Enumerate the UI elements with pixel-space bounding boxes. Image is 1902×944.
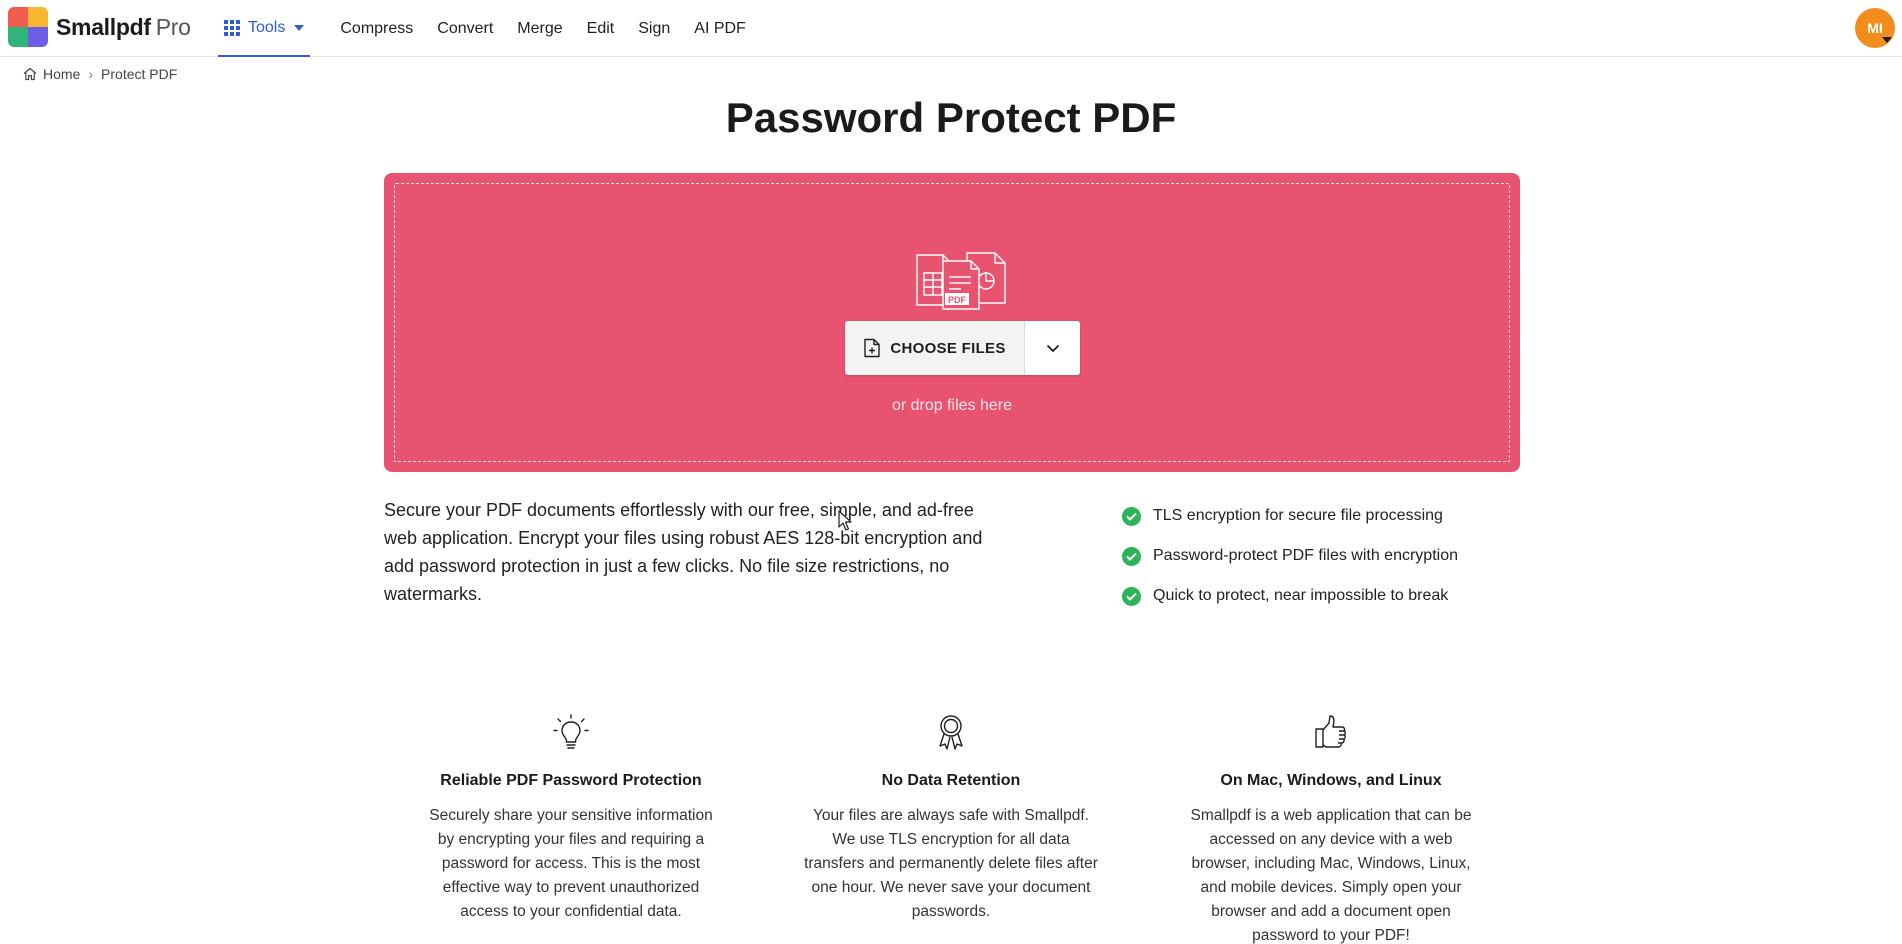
brand-name: Smallpdf	[56, 13, 151, 40]
breadcrumb-home-link[interactable]: Home	[43, 66, 80, 82]
illustration-pdf-label: PDF	[948, 295, 967, 305]
award-ribbon-icon	[939, 715, 963, 750]
drop-hint-text: or drop files here	[891, 397, 1013, 414]
nav-sign[interactable]: Sign	[638, 20, 670, 38]
feature-list: TLS encryption for secure file processin…	[1122, 496, 1458, 616]
card-icon-wrap	[1181, 710, 1481, 754]
card-title: On Mac, Windows, and Linux	[1220, 772, 1442, 789]
check-circle-icon	[1122, 546, 1141, 566]
feature-text: TLS encryption for secure file processin…	[1153, 507, 1443, 524]
lightbulb-icon	[553, 714, 589, 749]
check-circle-icon	[1122, 506, 1141, 526]
choose-files-label: CHOOSE FILES	[890, 339, 1006, 357]
chevron-down-icon	[1046, 344, 1059, 352]
tool-description: Secure your PDF documents effortlessly w…	[384, 500, 983, 604]
breadcrumb-current: Protect PDF	[101, 66, 178, 82]
nav-convert[interactable]: Convert	[437, 20, 493, 38]
logo-text: Smallpdf Pro	[56, 14, 191, 41]
feature-item: Password-protect PDF files with encrypti…	[1122, 536, 1458, 576]
card-title: No Data Retention	[881, 772, 1021, 789]
brand-suffix: Pro	[155, 13, 191, 40]
tools-label: Tools	[248, 18, 286, 36]
grid-icon	[224, 19, 240, 36]
files-illustration-icon: PDF	[916, 252, 1006, 310]
nav-edit[interactable]: Edit	[587, 20, 615, 38]
card-icon-wrap	[801, 710, 1101, 754]
breadcrumb: Home › Protect PDF	[22, 66, 177, 82]
card-text: Securely share your sensitive informatio…	[429, 807, 713, 920]
home-icon	[23, 67, 37, 81]
card-text: Smallpdf is a web application that can b…	[1190, 807, 1472, 944]
card-icon-wrap	[421, 710, 721, 754]
feature-text: Quick to protect, near impossible to bre…	[1153, 587, 1449, 604]
mouse-cursor-icon	[838, 510, 852, 531]
top-navigation-bar: Smallpdf Pro Tools Compress Convert Merge…	[0, 0, 1902, 57]
avatar-caret-icon[interactable]	[1882, 37, 1892, 43]
caret-down-icon	[294, 24, 305, 31]
nav-ai-pdf[interactable]: AI PDF	[694, 20, 746, 38]
feature-text: Password-protect PDF files with encrypti…	[1153, 547, 1458, 564]
feature-card-no-data-retention: No Data Retention Your files are always …	[801, 710, 1101, 924]
file-dropzone[interactable]: PDF CHOOSE FILES or drop files here	[384, 173, 1520, 472]
add-file-icon	[864, 338, 881, 358]
feature-card-password-protection: Reliable PDF Password Protection Securel…	[421, 710, 721, 924]
tools-menu-button[interactable]: Tools	[218, 1, 311, 57]
card-title: Reliable PDF Password Protection	[440, 772, 702, 789]
choose-files-control: CHOOSE FILES	[845, 321, 1080, 375]
thumbs-up-icon	[1315, 715, 1346, 748]
nav-merge[interactable]: Merge	[517, 20, 562, 38]
feature-item: Quick to protect, near impossible to bre…	[1122, 576, 1458, 616]
feature-card-cross-platform: On Mac, Windows, and Linux Smallpdf is a…	[1181, 710, 1481, 944]
feature-item: TLS encryption for secure file processin…	[1122, 496, 1458, 536]
nav-compress[interactable]: Compress	[340, 20, 413, 38]
breadcrumb-separator: ›	[88, 66, 94, 82]
dropzone-dashed-border: PDF CHOOSE FILES or drop files here	[394, 183, 1510, 462]
logo-mark-icon	[8, 7, 48, 47]
smallpdf-logo[interactable]: Smallpdf Pro	[8, 7, 191, 47]
main-nav: Tools Compress Convert Merge Edit Sign A…	[218, 0, 746, 57]
card-text: Your files are always safe with Smallpdf…	[804, 807, 1098, 920]
upload-source-dropdown[interactable]	[1025, 321, 1080, 375]
check-circle-icon	[1122, 586, 1141, 606]
choose-files-button[interactable]: CHOOSE FILES	[845, 321, 1025, 375]
page-title: Password Protect PDF	[725, 94, 1177, 141]
